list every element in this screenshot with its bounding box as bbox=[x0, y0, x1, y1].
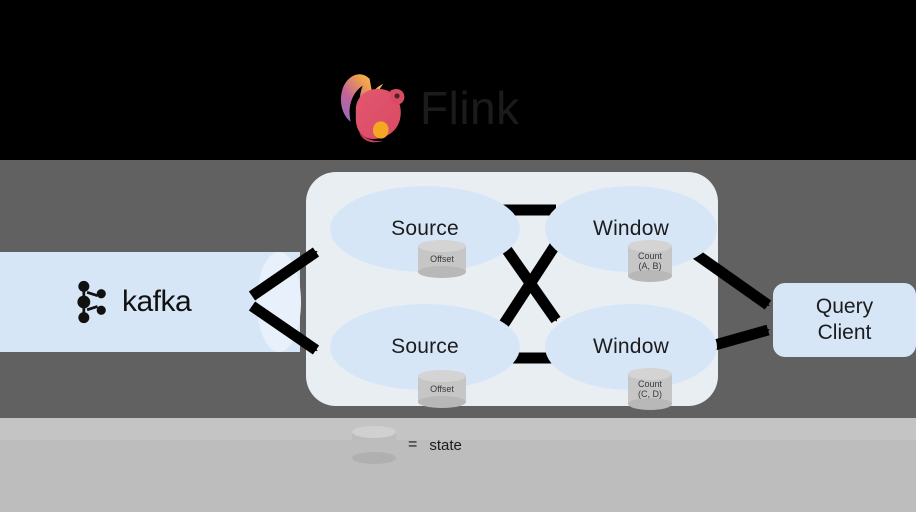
legend-description: state bbox=[429, 436, 462, 454]
diagram-canvas: Flink kafka Source Source Window Window … bbox=[0, 0, 916, 512]
legend: = state bbox=[352, 426, 462, 464]
cylinder-top-ellipse bbox=[352, 426, 396, 438]
flink-wordmark: Flink bbox=[420, 82, 520, 134]
state-label: Offset bbox=[430, 253, 454, 264]
state-label-group: Offset bbox=[418, 376, 466, 402]
state-label: Count bbox=[637, 250, 663, 261]
state-sublabel: (C, D) bbox=[638, 389, 662, 399]
query-client-label-line2: Client bbox=[817, 321, 872, 344]
query-client-label-line1: Query bbox=[815, 294, 874, 318]
kafka-label-group: kafka bbox=[74, 280, 192, 324]
kafka-logo bbox=[77, 280, 106, 324]
operator-label: Source bbox=[391, 335, 459, 358]
operator-label: Window bbox=[593, 335, 669, 358]
kafka-cylinder-cap bbox=[257, 252, 301, 352]
operator-label: Window bbox=[593, 217, 669, 240]
operator-label: Source bbox=[391, 217, 459, 240]
state-label-group: Count (A, B) bbox=[628, 246, 672, 276]
state-cylinder-count-bottom: Count (C, D) bbox=[628, 368, 672, 410]
state-label: Count bbox=[637, 378, 663, 389]
flink-logo: Flink bbox=[330, 62, 519, 154]
flink-squirrel-logo bbox=[340, 74, 405, 143]
kafka-cylinder: kafka bbox=[0, 252, 301, 352]
state-label: Offset bbox=[430, 383, 454, 394]
state-sublabel: (A, B) bbox=[638, 261, 662, 271]
state-cylinder-offset-top: Offset bbox=[418, 240, 466, 278]
state-label-group: Count (C, D) bbox=[628, 374, 672, 404]
state-label-group: Offset bbox=[418, 246, 466, 272]
state-cylinder-offset-bottom: Offset bbox=[418, 370, 466, 408]
kafka-label: kafka bbox=[122, 285, 192, 318]
legend-equals-sign: = bbox=[408, 436, 418, 453]
query-client-box[interactable]: Query Client bbox=[773, 283, 916, 357]
cylinder-bottom-ellipse bbox=[352, 452, 396, 464]
state-cylinder-count-top: Count (A, B) bbox=[628, 240, 672, 282]
legend-state-cylinder-icon bbox=[352, 426, 396, 464]
